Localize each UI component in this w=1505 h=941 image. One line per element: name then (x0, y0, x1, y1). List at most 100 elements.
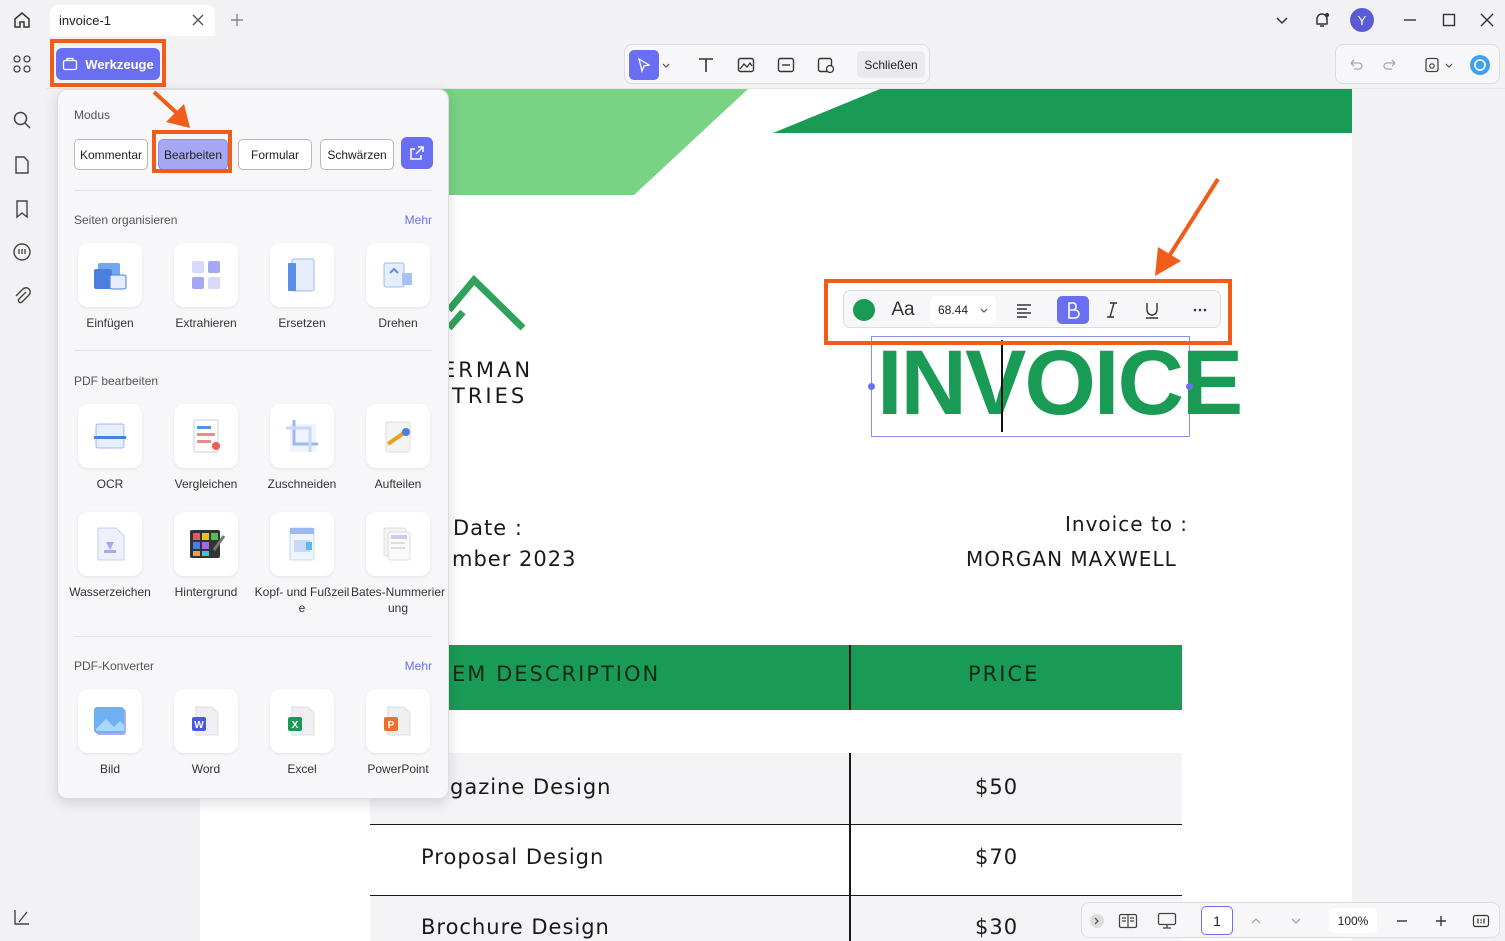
row-divider (370, 895, 1182, 896)
row-price: $70 (975, 845, 1019, 869)
zoom-in-icon[interactable] (1431, 909, 1451, 933)
history-tools-group (1335, 44, 1500, 84)
background-icon (190, 530, 226, 558)
text-caret (1001, 340, 1003, 432)
presentation-icon[interactable] (1155, 909, 1179, 933)
chevron-down-icon[interactable] (1442, 53, 1456, 77)
row-description: Proposal Design (421, 845, 605, 869)
home-icon[interactable] (8, 6, 36, 34)
chevron-down-icon[interactable] (1270, 8, 1294, 32)
tool-label: PowerPoint (367, 762, 429, 776)
excel-file-icon: X (288, 706, 315, 736)
add-link-icon[interactable] (774, 53, 798, 77)
row-price: $50 (975, 775, 1019, 799)
pages-icon[interactable] (11, 154, 33, 176)
row-description: Brochure Design (421, 915, 610, 939)
tool-compare[interactable]: Vergleichen (158, 404, 254, 492)
tool-split[interactable]: Aufteilen (350, 404, 446, 492)
document-tab[interactable]: invoice-1 (50, 5, 215, 36)
convert-more-link[interactable]: Mehr (405, 659, 432, 673)
select-tool-button[interactable] (629, 50, 659, 80)
add-text-icon[interactable] (694, 53, 718, 77)
tool-label: Excel (287, 762, 317, 776)
ai-assistant-icon[interactable] (1468, 53, 1492, 77)
replace-page-icon (288, 258, 315, 292)
date-value: mber 2023 (452, 547, 577, 571)
powerpoint-file-icon: P (384, 706, 411, 736)
tool-crop[interactable]: Zuschneiden (254, 404, 350, 492)
watermark-tool-icon[interactable] (814, 53, 838, 77)
annotation-arrow (1155, 177, 1220, 276)
zoom-out-icon[interactable] (1392, 909, 1412, 933)
svg-text:X: X (292, 720, 299, 731)
row-description: gazine Design (450, 775, 612, 799)
tool-convert-word[interactable]: W Word (158, 689, 254, 777)
previous-page-icon[interactable] (1246, 909, 1266, 933)
page-number-field[interactable]: 1 (1201, 906, 1233, 935)
resize-handle-right[interactable] (1186, 383, 1193, 390)
save-icon[interactable] (1420, 53, 1444, 77)
annotation-arrow (152, 90, 190, 128)
close-edit-button[interactable]: Schließen (857, 51, 925, 78)
tool-label: Drehen (378, 316, 418, 330)
attachment-icon[interactable] (11, 285, 33, 307)
tool-replace[interactable]: Ersetzen (254, 243, 350, 331)
company-name-line-1: ERMAN (442, 358, 534, 382)
tool-watermark[interactable]: Wasserzeichen (62, 512, 158, 600)
user-avatar[interactable]: Y (1350, 8, 1374, 32)
row-divider (370, 824, 1182, 825)
mode-comment-button[interactable]: Kommentar (74, 139, 148, 170)
word-file-icon: W (192, 706, 219, 736)
invoice-to-value: MORGAN MAXWELL (966, 547, 1177, 571)
tool-header-footer[interactable]: Kopf- und Fußzeile (254, 512, 350, 616)
tool-label: Vergleichen (174, 477, 238, 491)
maximize-icon[interactable] (1437, 8, 1461, 32)
close-window-icon[interactable] (1475, 8, 1499, 32)
organize-more-link[interactable]: Mehr (405, 213, 432, 227)
tool-extract[interactable]: Extrahieren (158, 243, 254, 331)
add-image-icon[interactable] (734, 53, 758, 77)
resize-handle-left[interactable] (868, 383, 875, 390)
mode-form-button[interactable]: Formular (238, 139, 312, 170)
search-icon[interactable] (11, 109, 33, 131)
section-divider (74, 190, 432, 191)
undo-icon[interactable] (1344, 53, 1368, 77)
tool-label: Kopf- und Fußzeile (254, 585, 350, 615)
mode-redact-button[interactable]: Schwärzen (320, 139, 394, 170)
minimize-icon[interactable] (1398, 8, 1422, 32)
export-mode-button[interactable] (401, 137, 433, 169)
status-bar: 1 100% (1081, 902, 1500, 938)
new-tab-icon[interactable] (228, 11, 246, 29)
svg-text:P: P (388, 720, 395, 731)
tool-convert-excel[interactable]: X Excel (254, 689, 350, 777)
sidebar-toggle-icon[interactable] (11, 906, 33, 928)
redo-icon[interactable] (1378, 53, 1402, 77)
tool-ocr[interactable]: OCR (62, 404, 158, 492)
tool-rotate[interactable]: Drehen (350, 243, 446, 331)
bookmark-icon[interactable] (11, 198, 33, 220)
compare-icon (193, 419, 220, 453)
tool-insert[interactable]: Einfügen (62, 243, 158, 331)
tool-bates-numbering[interactable]: Bates-Nummerierung (350, 512, 446, 616)
next-page-icon[interactable] (1286, 909, 1306, 933)
tool-convert-image[interactable]: Bild (62, 689, 158, 777)
close-tab-icon[interactable] (191, 13, 205, 27)
actual-size-icon[interactable] (1470, 909, 1492, 933)
edit-tools-group: Schließen (624, 44, 930, 84)
tool-label: Extrahieren (175, 316, 237, 330)
svg-text:W: W (194, 720, 204, 731)
reading-mode-icon[interactable] (1116, 909, 1140, 933)
row-price: $30 (975, 915, 1019, 939)
extract-page-icon (192, 261, 220, 289)
tool-convert-powerpoint[interactable]: P PowerPoint (350, 689, 446, 777)
insert-page-icon (94, 263, 127, 290)
tool-background[interactable]: Hintergrund (158, 512, 254, 600)
title-bar: invoice-1 Y (0, 0, 1505, 40)
chevron-down-icon[interactable] (659, 53, 673, 77)
zoom-level-field[interactable]: 100% (1329, 908, 1377, 933)
section-divider (74, 350, 432, 351)
expand-icon[interactable] (1088, 909, 1106, 933)
notification-bell-icon[interactable] (1310, 8, 1334, 32)
apps-grid-icon[interactable] (11, 53, 33, 75)
comments-icon[interactable] (11, 241, 33, 263)
